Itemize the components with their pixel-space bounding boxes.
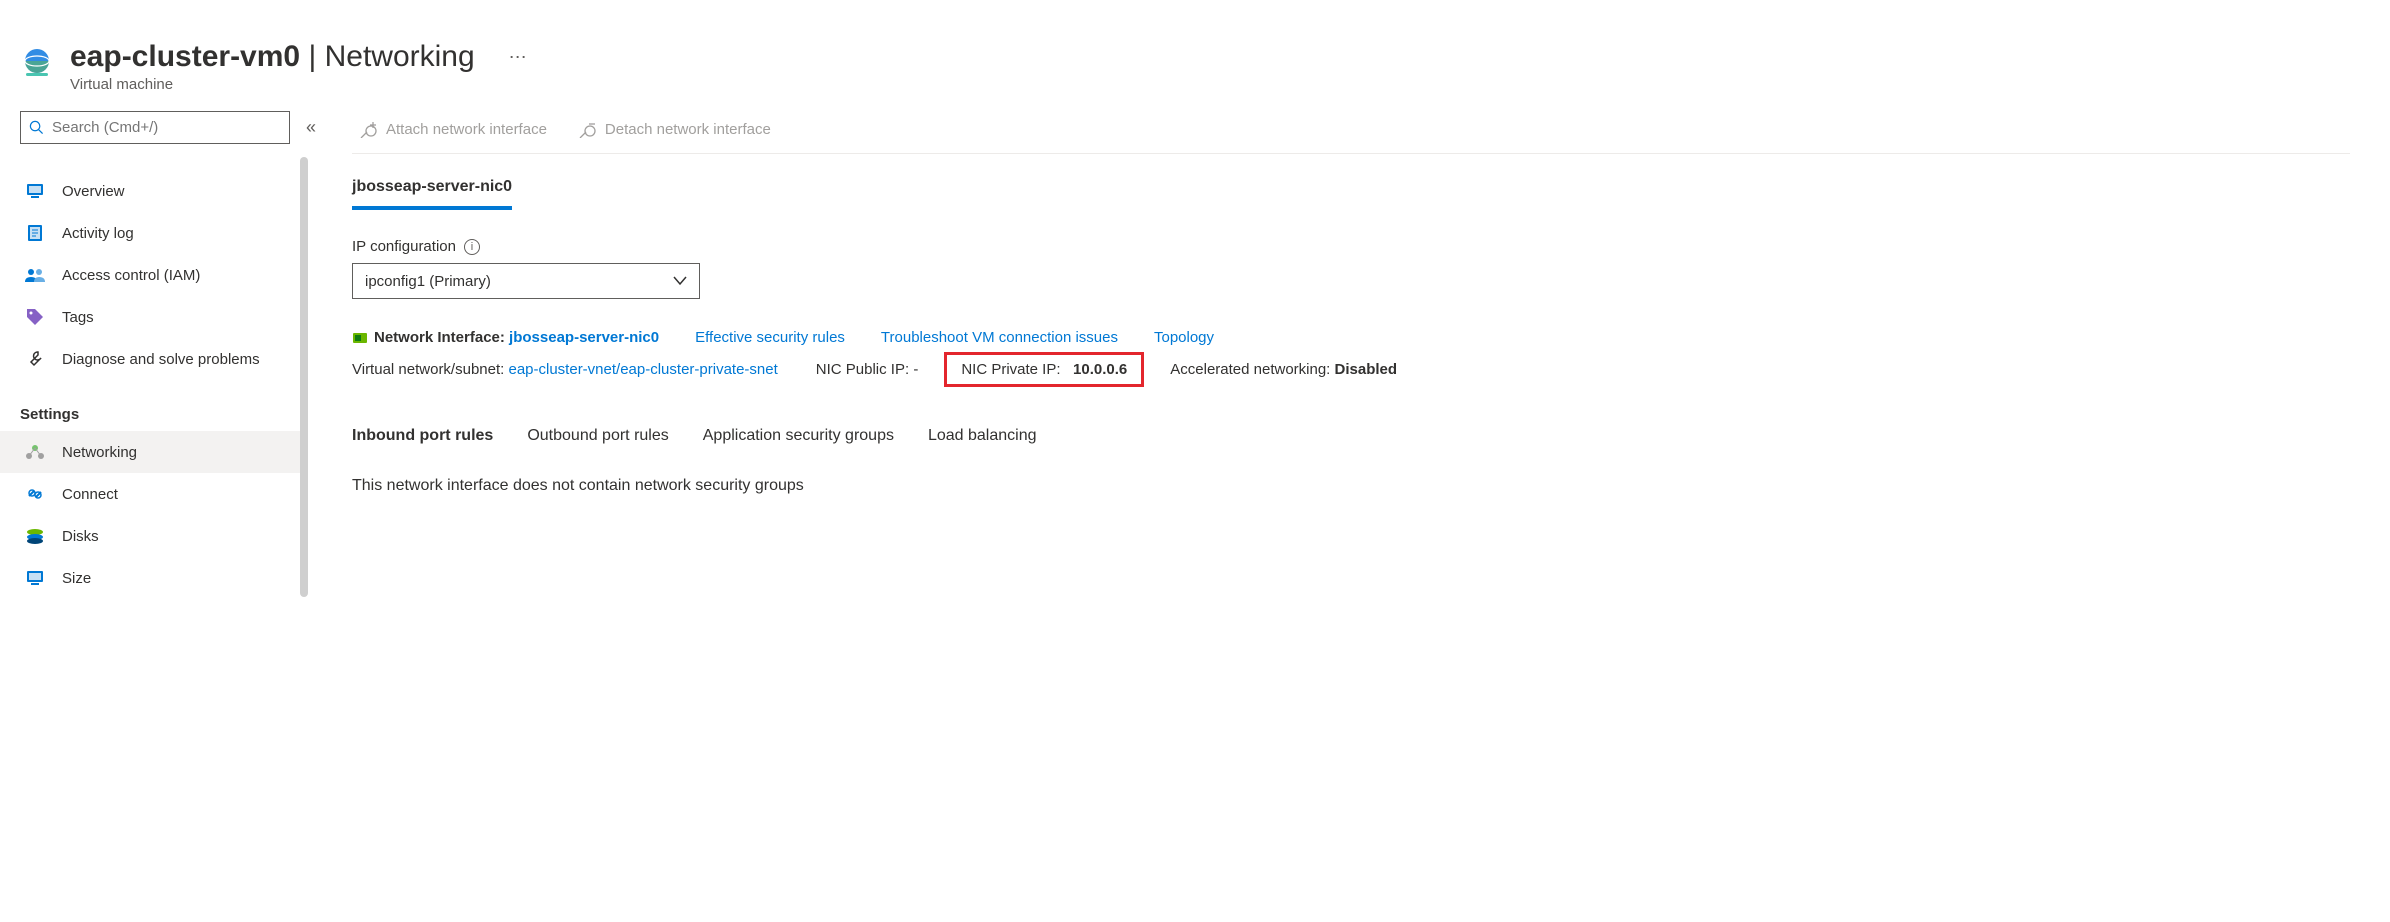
chevron-down-icon: [673, 276, 687, 286]
sidebar-item-label: Diagnose and solve problems: [62, 351, 260, 368]
sidebar-item-overview[interactable]: Overview: [20, 170, 312, 212]
sidebar-scrollbar[interactable]: [300, 157, 308, 597]
info-icon[interactable]: i: [464, 239, 480, 255]
ip-config-value: ipconfig1 (Primary): [365, 273, 491, 290]
monitor-icon: [24, 183, 46, 199]
tab-load-balancing[interactable]: Load balancing: [928, 427, 1037, 449]
detach-nic-button[interactable]: Detach network interface: [571, 116, 777, 142]
accel-value: Disabled: [1335, 361, 1398, 378]
sidebar-item-label: Access control (IAM): [62, 267, 200, 284]
tab-outbound[interactable]: Outbound port rules: [527, 427, 668, 449]
public-ip-value: -: [913, 361, 918, 378]
public-ip-label: NIC Public IP:: [816, 361, 909, 378]
disks-icon: [24, 528, 46, 544]
size-icon: [24, 570, 46, 586]
ip-config-label: IP configuration: [352, 238, 456, 255]
sidebar-item-label: Disks: [62, 528, 99, 545]
detach-nic-icon: [577, 120, 597, 138]
sidebar-item-connect[interactable]: Connect: [20, 473, 312, 515]
more-icon[interactable]: ⋯: [499, 47, 527, 68]
empty-state-message: This network interface does not contain …: [352, 477, 2390, 495]
private-ip-value: 10.0.0.6: [1073, 361, 1127, 378]
sidebar-item-activity-log[interactable]: Activity log: [20, 212, 312, 254]
sidebar-group-settings: Settings: [20, 398, 312, 431]
networking-icon: [24, 444, 46, 460]
tag-icon: [24, 308, 46, 326]
page-title: eap-cluster-vm0 | Networking ⋯: [70, 40, 527, 74]
sidebar-item-label: Networking: [62, 444, 137, 461]
nic-tab[interactable]: jbosseap-server-nic0: [352, 178, 512, 210]
people-icon: [24, 267, 46, 283]
attach-nic-button[interactable]: Attach network interface: [352, 116, 553, 142]
sidebar-item-networking[interactable]: Networking: [0, 431, 305, 473]
search-input-wrapper[interactable]: [20, 111, 290, 144]
private-ip-highlight: NIC Private IP: 10.0.0.6: [944, 352, 1144, 387]
sidebar-item-tags[interactable]: Tags: [20, 296, 312, 338]
private-ip-label: NIC Private IP:: [961, 361, 1060, 378]
sidebar-item-label: Tags: [62, 309, 94, 326]
ip-config-select[interactable]: ipconfig1 (Primary): [352, 263, 700, 299]
effective-rules-link[interactable]: Effective security rules: [695, 329, 845, 346]
resource-type-label: Virtual machine: [70, 76, 527, 93]
wrench-icon: [24, 350, 46, 368]
sidebar-item-label: Activity log: [62, 225, 134, 242]
ni-name-link[interactable]: jbosseap-server-nic0: [509, 329, 659, 346]
vnet-link[interactable]: eap-cluster-vnet/eap-cluster-private-sne…: [508, 361, 777, 378]
sidebar-item-diagnose[interactable]: Diagnose and solve problems: [20, 338, 312, 380]
sidebar-item-size[interactable]: Size: [20, 557, 312, 599]
vnet-label: Virtual network/subnet:: [352, 361, 504, 378]
log-icon: [24, 224, 46, 242]
connect-icon: [24, 485, 46, 503]
search-input[interactable]: [52, 119, 281, 136]
ni-label: Network Interface:: [374, 329, 505, 346]
vm-icon: [20, 46, 54, 80]
sidebar-item-label: Size: [62, 570, 91, 587]
sidebar-item-label: Overview: [62, 183, 125, 200]
accel-label: Accelerated networking:: [1170, 361, 1330, 378]
sidebar-item-label: Connect: [62, 486, 118, 503]
topology-link[interactable]: Topology: [1154, 329, 1214, 346]
nic-icon: [352, 330, 368, 346]
troubleshoot-link[interactable]: Troubleshoot VM connection issues: [881, 329, 1118, 346]
tab-inbound[interactable]: Inbound port rules: [352, 427, 493, 449]
sidebar-item-access-control[interactable]: Access control (IAM): [20, 254, 312, 296]
attach-nic-icon: [358, 120, 378, 138]
tab-asg[interactable]: Application security groups: [703, 427, 894, 449]
sidebar-item-disks[interactable]: Disks: [20, 515, 312, 557]
search-icon: [29, 120, 44, 135]
